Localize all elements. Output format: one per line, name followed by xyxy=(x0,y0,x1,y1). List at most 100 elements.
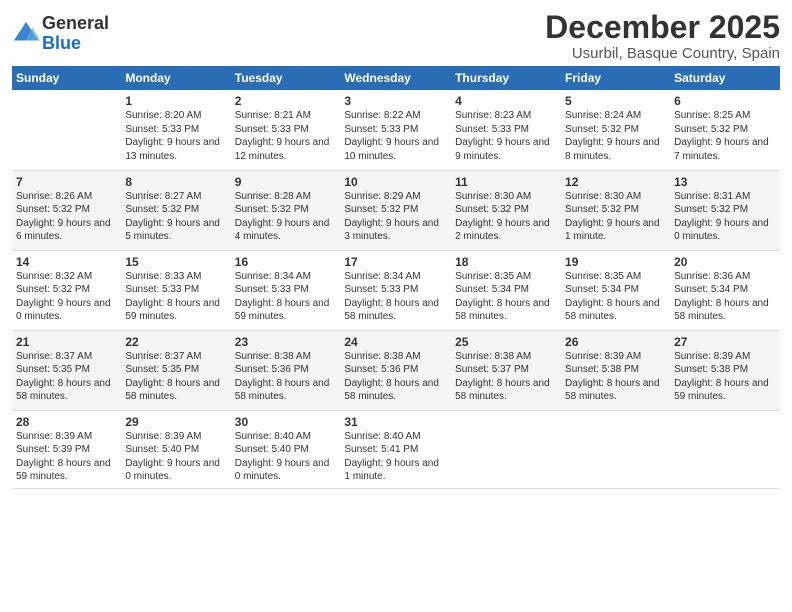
calendar-cell: 21Sunrise: 8:37 AM Sunset: 5:35 PM Dayli… xyxy=(12,330,121,410)
calendar-cell: 30Sunrise: 8:40 AM Sunset: 5:40 PM Dayli… xyxy=(231,410,341,488)
header-monday: Monday xyxy=(121,66,230,90)
logo: General Blue xyxy=(12,14,109,54)
day-info: Sunrise: 8:37 AM Sunset: 5:35 PM Dayligh… xyxy=(16,350,117,404)
day-info: Sunrise: 8:38 AM Sunset: 5:37 PM Dayligh… xyxy=(455,350,557,404)
day-number: 21 xyxy=(16,335,117,349)
calendar-cell: 14Sunrise: 8:32 AM Sunset: 5:32 PM Dayli… xyxy=(12,250,121,330)
calendar-cell: 31Sunrise: 8:40 AM Sunset: 5:41 PM Dayli… xyxy=(340,410,451,488)
day-info: Sunrise: 8:39 AM Sunset: 5:38 PM Dayligh… xyxy=(565,350,666,404)
day-info: Sunrise: 8:34 AM Sunset: 5:33 PM Dayligh… xyxy=(235,270,337,324)
calendar-cell: 2Sunrise: 8:21 AM Sunset: 5:33 PM Daylig… xyxy=(231,90,341,170)
calendar-cell xyxy=(670,410,780,488)
calendar-header: SundayMondayTuesdayWednesdayThursdayFrid… xyxy=(12,66,780,90)
day-number: 30 xyxy=(235,415,337,429)
day-number: 8 xyxy=(125,175,226,189)
day-info: Sunrise: 8:35 AM Sunset: 5:34 PM Dayligh… xyxy=(455,270,557,324)
day-number: 4 xyxy=(455,94,557,108)
day-info: Sunrise: 8:35 AM Sunset: 5:34 PM Dayligh… xyxy=(565,270,666,324)
day-number: 15 xyxy=(125,255,226,269)
day-number: 20 xyxy=(674,255,776,269)
header-tuesday: Tuesday xyxy=(231,66,341,90)
calendar-cell: 16Sunrise: 8:34 AM Sunset: 5:33 PM Dayli… xyxy=(231,250,341,330)
day-info: Sunrise: 8:34 AM Sunset: 5:33 PM Dayligh… xyxy=(344,270,447,324)
day-info: Sunrise: 8:39 AM Sunset: 5:39 PM Dayligh… xyxy=(16,430,117,484)
calendar-cell: 15Sunrise: 8:33 AM Sunset: 5:33 PM Dayli… xyxy=(121,250,230,330)
day-info: Sunrise: 8:26 AM Sunset: 5:32 PM Dayligh… xyxy=(16,190,117,244)
day-info: Sunrise: 8:29 AM Sunset: 5:32 PM Dayligh… xyxy=(344,190,447,244)
calendar-cell: 25Sunrise: 8:38 AM Sunset: 5:37 PM Dayli… xyxy=(451,330,561,410)
day-info: Sunrise: 8:37 AM Sunset: 5:35 PM Dayligh… xyxy=(125,350,226,404)
day-number: 9 xyxy=(235,175,337,189)
calendar-cell: 28Sunrise: 8:39 AM Sunset: 5:39 PM Dayli… xyxy=(12,410,121,488)
calendar-cell xyxy=(561,410,670,488)
page-header: General Blue December 2025 Usurbil, Basq… xyxy=(12,10,780,62)
day-number: 7 xyxy=(16,175,117,189)
calendar-cell: 23Sunrise: 8:38 AM Sunset: 5:36 PM Dayli… xyxy=(231,330,341,410)
calendar-cell: 11Sunrise: 8:30 AM Sunset: 5:32 PM Dayli… xyxy=(451,170,561,250)
day-info: Sunrise: 8:31 AM Sunset: 5:32 PM Dayligh… xyxy=(674,190,776,244)
calendar-cell: 19Sunrise: 8:35 AM Sunset: 5:34 PM Dayli… xyxy=(561,250,670,330)
day-number: 12 xyxy=(565,175,666,189)
day-info: Sunrise: 8:38 AM Sunset: 5:36 PM Dayligh… xyxy=(344,350,447,404)
logo-icon xyxy=(12,20,40,48)
logo-general-text: General xyxy=(42,14,109,34)
calendar-cell: 6Sunrise: 8:25 AM Sunset: 5:32 PM Daylig… xyxy=(670,90,780,170)
calendar-cell: 20Sunrise: 8:36 AM Sunset: 5:34 PM Dayli… xyxy=(670,250,780,330)
logo-blue-text: Blue xyxy=(42,34,109,54)
calendar-cell: 27Sunrise: 8:39 AM Sunset: 5:38 PM Dayli… xyxy=(670,330,780,410)
day-info: Sunrise: 8:23 AM Sunset: 5:33 PM Dayligh… xyxy=(455,109,557,163)
header-sunday: Sunday xyxy=(12,66,121,90)
day-info: Sunrise: 8:22 AM Sunset: 5:33 PM Dayligh… xyxy=(344,109,447,163)
calendar-cell: 18Sunrise: 8:35 AM Sunset: 5:34 PM Dayli… xyxy=(451,250,561,330)
header-saturday: Saturday xyxy=(670,66,780,90)
calendar-cell: 8Sunrise: 8:27 AM Sunset: 5:32 PM Daylig… xyxy=(121,170,230,250)
day-info: Sunrise: 8:39 AM Sunset: 5:38 PM Dayligh… xyxy=(674,350,776,404)
day-info: Sunrise: 8:25 AM Sunset: 5:32 PM Dayligh… xyxy=(674,109,776,163)
week-row-4: 21Sunrise: 8:37 AM Sunset: 5:35 PM Dayli… xyxy=(12,330,780,410)
calendar-cell: 24Sunrise: 8:38 AM Sunset: 5:36 PM Dayli… xyxy=(340,330,451,410)
calendar-cell xyxy=(451,410,561,488)
day-info: Sunrise: 8:24 AM Sunset: 5:32 PM Dayligh… xyxy=(565,109,666,163)
week-row-1: 1Sunrise: 8:20 AM Sunset: 5:33 PM Daylig… xyxy=(12,90,780,170)
day-number: 22 xyxy=(125,335,226,349)
calendar-cell: 9Sunrise: 8:28 AM Sunset: 5:32 PM Daylig… xyxy=(231,170,341,250)
day-number: 24 xyxy=(344,335,447,349)
calendar-cell: 26Sunrise: 8:39 AM Sunset: 5:38 PM Dayli… xyxy=(561,330,670,410)
day-number: 2 xyxy=(235,94,337,108)
page-container: General Blue December 2025 Usurbil, Basq… xyxy=(0,0,792,497)
calendar-cell: 10Sunrise: 8:29 AM Sunset: 5:32 PM Dayli… xyxy=(340,170,451,250)
header-row: SundayMondayTuesdayWednesdayThursdayFrid… xyxy=(12,66,780,90)
day-info: Sunrise: 8:33 AM Sunset: 5:33 PM Dayligh… xyxy=(125,270,226,324)
calendar-table: SundayMondayTuesdayWednesdayThursdayFrid… xyxy=(12,66,780,489)
day-number: 5 xyxy=(565,94,666,108)
logo-text: General Blue xyxy=(42,14,109,54)
day-number: 6 xyxy=(674,94,776,108)
header-friday: Friday xyxy=(561,66,670,90)
day-info: Sunrise: 8:32 AM Sunset: 5:32 PM Dayligh… xyxy=(16,270,117,324)
day-info: Sunrise: 8:38 AM Sunset: 5:36 PM Dayligh… xyxy=(235,350,337,404)
day-number: 3 xyxy=(344,94,447,108)
day-info: Sunrise: 8:20 AM Sunset: 5:33 PM Dayligh… xyxy=(125,109,226,163)
day-number: 14 xyxy=(16,255,117,269)
calendar-cell xyxy=(12,90,121,170)
day-info: Sunrise: 8:30 AM Sunset: 5:32 PM Dayligh… xyxy=(565,190,666,244)
title-block: December 2025 Usurbil, Basque Country, S… xyxy=(545,10,780,62)
day-number: 11 xyxy=(455,175,557,189)
calendar-cell: 3Sunrise: 8:22 AM Sunset: 5:33 PM Daylig… xyxy=(340,90,451,170)
day-number: 17 xyxy=(344,255,447,269)
calendar-cell: 29Sunrise: 8:39 AM Sunset: 5:40 PM Dayli… xyxy=(121,410,230,488)
calendar-cell: 13Sunrise: 8:31 AM Sunset: 5:32 PM Dayli… xyxy=(670,170,780,250)
week-row-2: 7Sunrise: 8:26 AM Sunset: 5:32 PM Daylig… xyxy=(12,170,780,250)
day-info: Sunrise: 8:40 AM Sunset: 5:40 PM Dayligh… xyxy=(235,430,337,484)
calendar-body: 1Sunrise: 8:20 AM Sunset: 5:33 PM Daylig… xyxy=(12,90,780,488)
day-info: Sunrise: 8:21 AM Sunset: 5:33 PM Dayligh… xyxy=(235,109,337,163)
day-info: Sunrise: 8:40 AM Sunset: 5:41 PM Dayligh… xyxy=(344,430,447,484)
day-number: 26 xyxy=(565,335,666,349)
day-number: 19 xyxy=(565,255,666,269)
calendar-cell: 5Sunrise: 8:24 AM Sunset: 5:32 PM Daylig… xyxy=(561,90,670,170)
calendar-cell: 17Sunrise: 8:34 AM Sunset: 5:33 PM Dayli… xyxy=(340,250,451,330)
day-number: 1 xyxy=(125,94,226,108)
calendar-cell: 1Sunrise: 8:20 AM Sunset: 5:33 PM Daylig… xyxy=(121,90,230,170)
day-info: Sunrise: 8:39 AM Sunset: 5:40 PM Dayligh… xyxy=(125,430,226,484)
month-title: December 2025 xyxy=(545,10,780,45)
